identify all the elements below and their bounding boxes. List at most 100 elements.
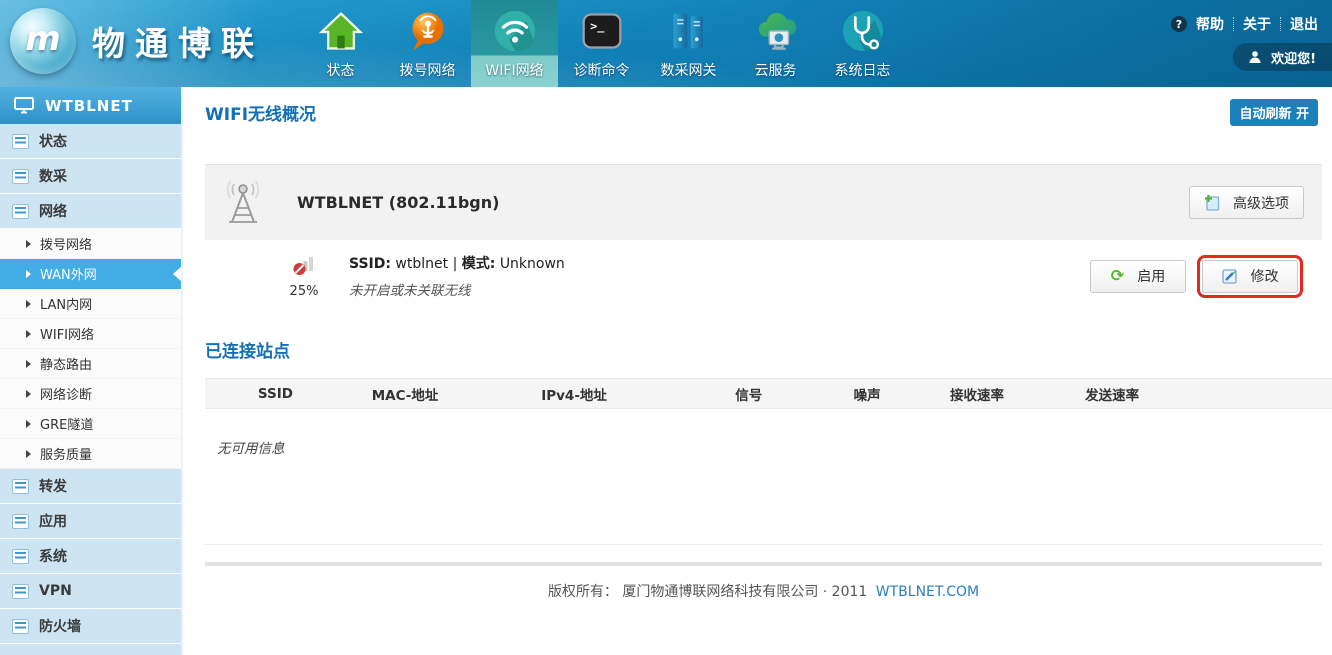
nav-tab-cloud[interactable]: 云服务 [732, 0, 819, 87]
modify-button[interactable]: 修改 [1202, 260, 1298, 293]
antenna-icon [223, 180, 263, 226]
sidebar-item-status[interactable]: 状态 [0, 124, 181, 158]
help-link[interactable]: 帮助 [1196, 14, 1224, 34]
sidebar: WTBLNET 状态 数采 网络 拨号网络 WAN外网 LAN内网 [0, 87, 183, 655]
page-footer: 版权所有： 厦门物通博联网络科技有限公司 · 2011 WTBLNET.COM [205, 544, 1322, 601]
sidebar-item-label: VPN [39, 583, 72, 599]
advanced-options-button[interactable]: 高级选项 [1189, 186, 1304, 219]
sidebar-item-label: 静态路由 [40, 354, 92, 373]
nav-tab-dialup[interactable]: 拨号网络 [384, 0, 471, 87]
nav-tab-label: 状态 [327, 60, 355, 80]
edit-icon [1222, 268, 1238, 284]
stations-table-header: SSID MAC-地址 IPv4-地址 信号 噪声 接收速率 发送速率 [205, 378, 1332, 409]
divider [1280, 17, 1281, 31]
gateway-icon [665, 7, 713, 55]
caret-right-icon [26, 300, 31, 308]
sidebar-item-label: 网络诊断 [40, 384, 92, 403]
sidebar-item-static-route[interactable]: 静态路由 [0, 349, 181, 379]
sidebar-item-data-collect[interactable]: 数采 [0, 159, 181, 193]
sidebar-item-system[interactable]: 系统 [0, 539, 181, 573]
sidebar-item-label: 服务质量 [40, 444, 92, 463]
enable-button[interactable]: ⟳ 启用 [1090, 260, 1186, 293]
sidebar-item-label: 防火墙 [39, 616, 81, 636]
logout-link[interactable]: 退出 [1290, 14, 1318, 34]
auto-refresh-toggle[interactable]: 自动刷新 开 [1230, 99, 1318, 126]
brand-logo: m 物通博联 [10, 8, 264, 74]
nav-tab-gateway[interactable]: 数采网关 [645, 0, 732, 87]
column-header-signal: 信号 [684, 384, 814, 404]
caret-right-icon [26, 390, 31, 398]
welcome-badge: 欢迎您! [1233, 43, 1332, 71]
sidebar-item-wan[interactable]: WAN外网 [0, 259, 181, 289]
connected-stations-section: 已连接站点 SSID MAC-地址 IPv4-地址 信号 噪声 接收速率 发送速… [205, 337, 1332, 457]
nav-tab-status[interactable]: 状态 [297, 0, 384, 87]
pipe-separator: | [453, 256, 458, 272]
list-icon [12, 549, 29, 564]
nav-tab-label: 数采网关 [661, 60, 717, 80]
sidebar-item-gre-tunnel[interactable]: GRE隧道 [0, 409, 181, 439]
brand-name: 物通博联 [92, 17, 264, 65]
terminal-icon: >_ [578, 7, 626, 55]
sidebar-item-label: WIFI网络 [40, 324, 94, 343]
home-icon [317, 7, 365, 55]
list-icon [12, 204, 29, 219]
button-label: 高级选项 [1233, 193, 1289, 213]
nav-tab-label: WIFI网络 [485, 60, 543, 80]
sidebar-item-qos[interactable]: 服务质量 [0, 439, 181, 469]
wifi-info: SSID: wtblnet | 模式: Unknown 未开启或未关联无线 [349, 253, 565, 299]
sidebar-item-net-diagnosis[interactable]: 网络诊断 [0, 379, 181, 409]
column-header-noise: 噪声 [814, 384, 921, 404]
sidebar-item-network[interactable]: 网络 [0, 194, 181, 228]
sidebar-item-label: 状态 [39, 131, 67, 151]
mode-value: Unknown [500, 256, 565, 272]
nav-tab-label: 云服务 [755, 60, 797, 80]
top-links: ? 帮助 关于 退出 [1171, 14, 1318, 34]
nav-tab-diagnostics[interactable]: >_ 诊断命令 [558, 0, 645, 87]
column-header-mac: MAC-地址 [346, 384, 464, 404]
sidebar-item-label: 转发 [39, 476, 67, 496]
divider [1233, 17, 1234, 31]
sidebar-device-name: WTBLNET [45, 97, 133, 115]
brand-monogram: m [25, 19, 60, 59]
list-icon [12, 134, 29, 149]
page-plus-icon [1204, 194, 1220, 211]
main-nav: 状态 拨号网络 WIFI网络 >_ 诊断命令 [297, 0, 906, 87]
sidebar-item-partial [0, 644, 181, 655]
column-header-ssid: SSID [205, 386, 346, 402]
sidebar-item-dialup[interactable]: 拨号网络 [0, 229, 181, 259]
active-notch [173, 266, 182, 282]
stations-empty-text: 无可用信息 [217, 437, 1332, 457]
copyright-text: 版权所有： 厦门物通博联网络科技有限公司 · 2011 [548, 584, 867, 600]
sidebar-item-label: 拨号网络 [40, 234, 92, 253]
sidebar-item-label: GRE隧道 [40, 414, 93, 433]
sidebar-item-label: 网络 [39, 201, 67, 221]
nav-tab-label: 诊断命令 [574, 60, 630, 80]
nav-tab-syslog[interactable]: 系统日志 [819, 0, 906, 87]
main-content: 自动刷新 开 WIFI无线概况 WTBLNET (802.11bgn) 高级选项 [183, 87, 1332, 655]
about-link[interactable]: 关于 [1243, 14, 1271, 34]
sidebar-item-lan[interactable]: LAN内网 [0, 289, 181, 319]
stethoscope-icon [839, 7, 887, 55]
nav-tab-wifi[interactable]: WIFI网络 [471, 0, 558, 87]
sidebar-item-wifi[interactable]: WIFI网络 [0, 319, 181, 349]
caret-right-icon [26, 360, 31, 368]
sidebar-item-vpn[interactable]: VPN [0, 574, 181, 608]
stations-title: 已连接站点 [205, 337, 1332, 362]
wifi-signal-indicator: 25% [281, 253, 327, 299]
help-icon[interactable]: ? [1171, 16, 1187, 32]
cloud-icon [752, 7, 800, 55]
sidebar-item-forward[interactable]: 转发 [0, 469, 181, 503]
signal-percent: 25% [281, 284, 327, 299]
caret-right-icon [26, 450, 31, 458]
footer-link[interactable]: WTBLNET.COM [876, 584, 979, 600]
wifi-icon [491, 7, 539, 55]
sidebar-item-apps[interactable]: 应用 [0, 504, 181, 538]
wifi-panel-body: 25% SSID: wtblnet | 模式: Unknown 未开启或未关联无… [205, 240, 1322, 312]
refresh-icon: ⟳ [1111, 268, 1124, 284]
sidebar-header: WTBLNET [0, 87, 181, 124]
wifi-overview-panel: WTBLNET (802.11bgn) 高级选项 25% [205, 164, 1322, 312]
caret-right-icon [26, 330, 31, 338]
sidebar-item-firewall[interactable]: 防火墙 [0, 609, 181, 643]
top-header: m 物通博联 状态 拨号网络 WIFI网络 [0, 0, 1332, 87]
caret-right-icon [26, 270, 31, 278]
